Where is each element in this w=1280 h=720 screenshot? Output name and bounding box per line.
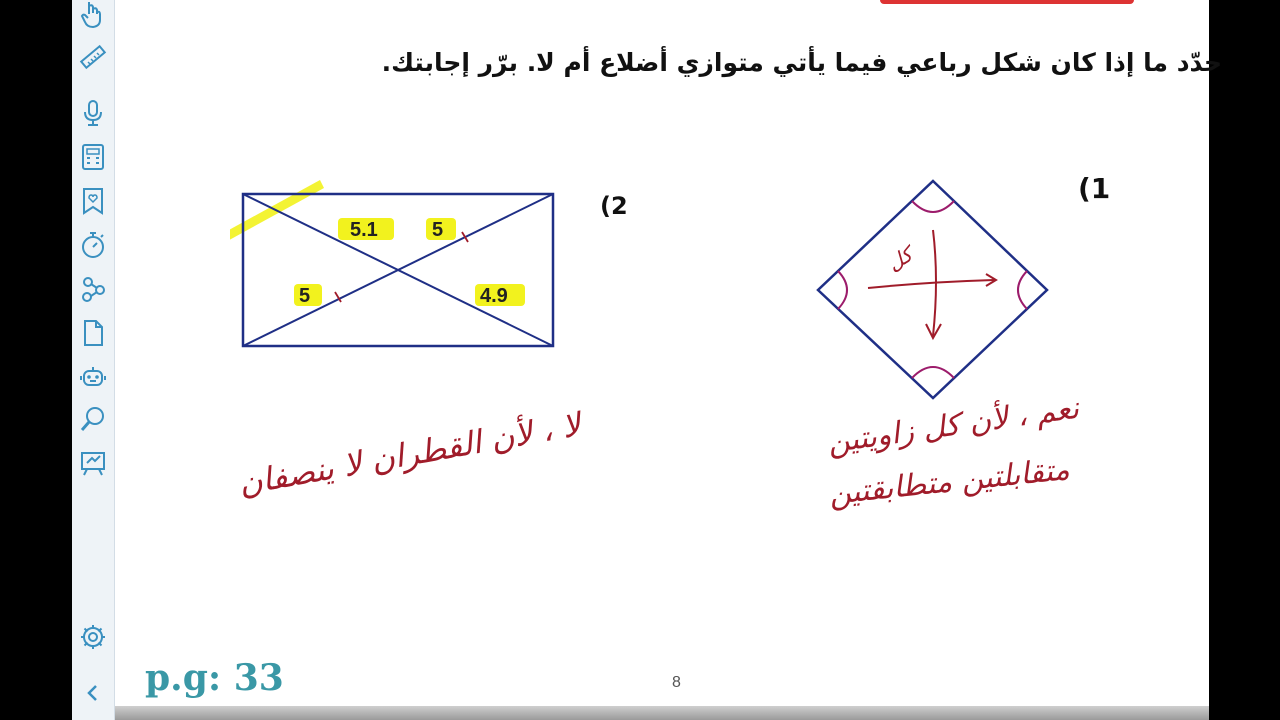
page-number: 8 [672,674,681,691]
microphone-icon[interactable] [78,98,108,128]
rectangle-figure: 5.1 5 5 4.9 [230,180,555,348]
angle-mark-left [837,270,848,310]
timer-icon[interactable] [78,230,108,260]
segment-label-1: 5.1 [350,219,378,241]
arrow-label: كل [884,242,920,276]
ruler-icon[interactable] [78,42,108,72]
angle-mark-top [911,200,955,213]
question-2-number: (2 [600,192,628,220]
page-code: p.g: 33 [145,657,284,699]
hand-pointer-icon[interactable] [78,0,108,30]
segment-label-2: 5 [432,219,443,241]
segment-label-4: 4.9 [480,285,508,307]
rhombus-shape [816,179,1049,400]
angle-mark-bottom [911,366,955,379]
tool-sidebar [72,0,115,720]
document-icon[interactable] [78,318,108,348]
instruction-text: حدّد ما إذا كان شكل رباعي فيما يأتي متوا… [381,48,1222,77]
question-1-number: (1 [1078,172,1111,205]
bottom-scroll-bar[interactable] [115,706,1209,720]
collapse-chevron-icon[interactable] [78,678,108,708]
rhombus-figure: كل [816,179,1049,400]
arrow-horizontal [867,279,995,289]
calculator-icon[interactable] [78,142,108,172]
share-nodes-icon[interactable] [78,274,108,304]
robot-icon[interactable] [78,362,108,392]
segment-label-3: 5 [299,285,310,307]
settings-icon[interactable] [78,622,108,652]
search-icon[interactable] [78,404,108,434]
angle-mark-right [1017,270,1028,310]
whiteboard-icon[interactable] [78,448,108,478]
bookmark-heart-icon[interactable] [78,186,108,216]
top-accent-bar [880,0,1134,4]
screen: حدّد ما إذا كان شكل رباعي فيما يأتي متوا… [0,0,1280,720]
